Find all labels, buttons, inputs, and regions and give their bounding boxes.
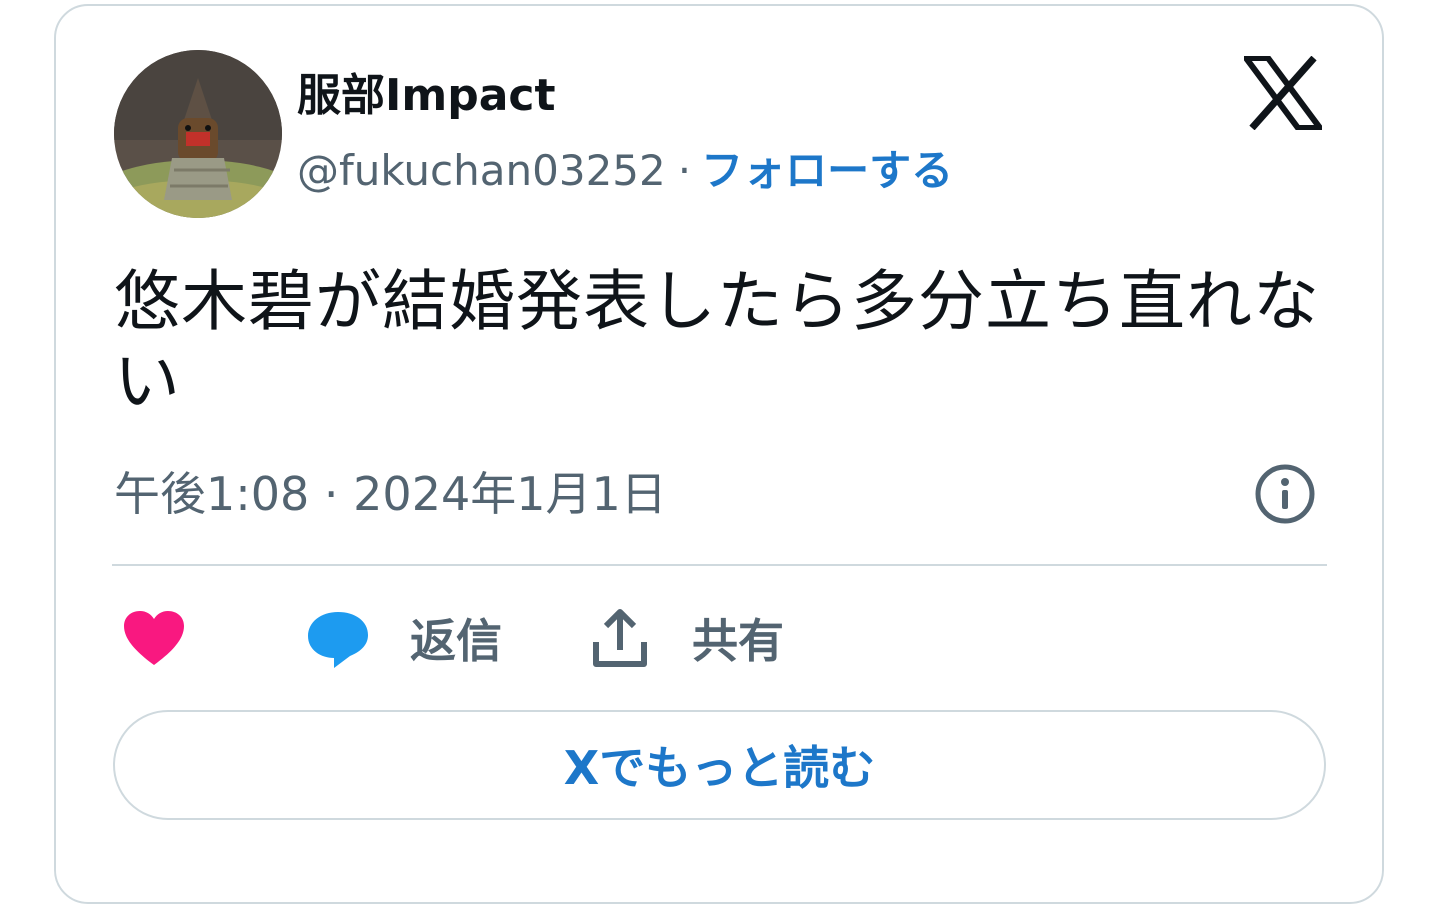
x-logo-icon[interactable]: [1244, 56, 1322, 130]
share-label: 共有: [692, 614, 784, 668]
info-icon[interactable]: [1254, 463, 1316, 525]
reply-label: 返信: [410, 614, 502, 668]
follow-link[interactable]: フォローする: [701, 146, 953, 195]
heart-icon: [124, 611, 184, 665]
share-button[interactable]: 共有: [588, 606, 784, 670]
read-more-button[interactable]: Xでもっと読む: [113, 710, 1326, 820]
display-name[interactable]: 服部Impact: [297, 68, 556, 124]
handle[interactable]: @fukuchan03252: [297, 146, 666, 195]
reply-button[interactable]: 返信: [306, 606, 502, 670]
timestamp[interactable]: 午後1:08 · 2024年1月1日: [114, 464, 667, 524]
avatar[interactable]: [114, 50, 282, 218]
handle-row: @fukuchan03252 · フォローする: [297, 144, 953, 198]
tweet-text: 悠木碧が結婚発表したら多分立ち直れない: [114, 263, 1320, 420]
reply-icon: [308, 612, 368, 668]
like-button[interactable]: [122, 606, 186, 670]
share-icon: [593, 609, 647, 667]
separator-dot: ·: [677, 146, 692, 195]
divider: [112, 564, 1327, 566]
avatar-image: [114, 50, 282, 218]
